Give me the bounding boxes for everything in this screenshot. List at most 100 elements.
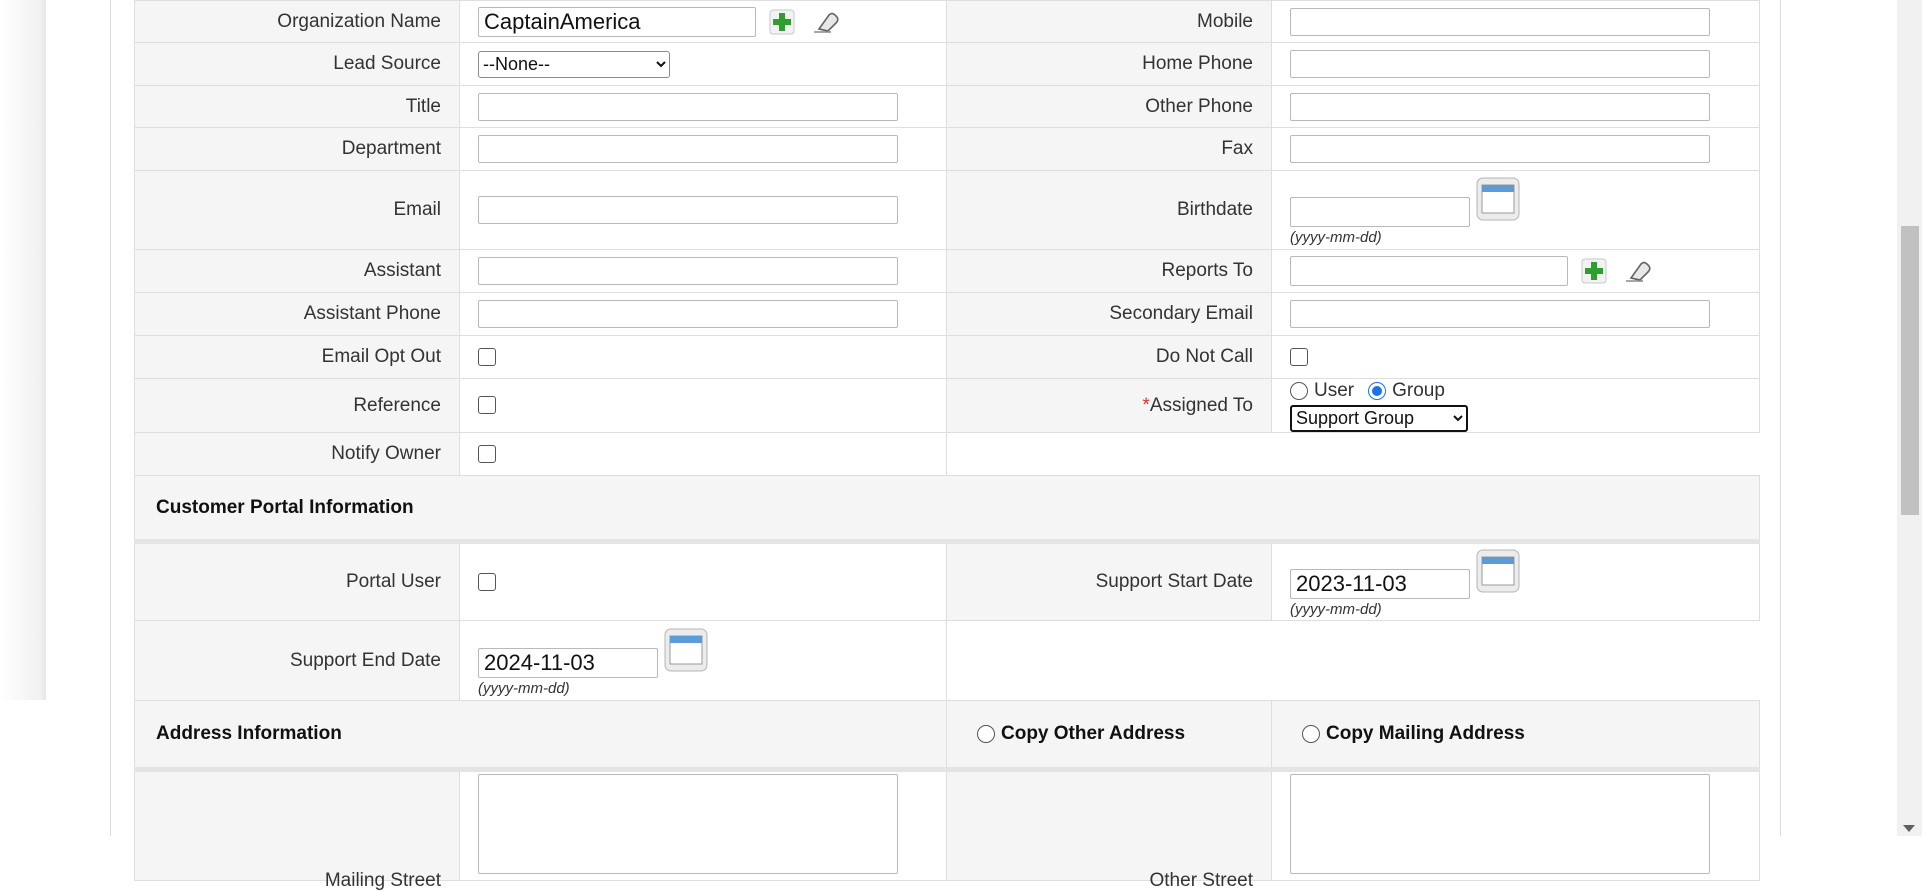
contact-edit-form: Organization Name Mobile Lead Source --N… [134,0,1760,891]
other-phone-input[interactable] [1290,92,1710,121]
copy-mailing-address[interactable]: Copy Mailing Address [1272,723,1759,745]
department-label: Department [134,127,460,171]
secondary-email-cell [1271,292,1760,336]
mailing-street-textarea[interactable] [478,774,898,874]
birthdate-group: (yyyy-mm-dd) [1290,175,1759,246]
assigned-type-group: User Group [1290,380,1759,402]
assigned-to-label-cell: *Assigned To [946,378,1272,433]
eraser-icon[interactable] [811,9,841,35]
assistant-phone-input[interactable] [478,300,898,328]
notify-owner-label: Notify Owner [134,432,460,476]
form-row: Lead Source --None-- Home Phone [134,42,1760,86]
portal-user-cell [459,541,947,621]
scroll-down-arrow-icon[interactable] [1903,825,1915,832]
reports-to-cell [1271,249,1760,293]
form-row: Organization Name Mobile [134,0,1760,43]
fax-input[interactable] [1290,135,1710,163]
reference-checkbox[interactable] [478,396,496,415]
lead-source-cell: --None-- [459,42,947,86]
required-mark: * [1142,394,1150,416]
assistant-input[interactable] [478,257,898,285]
support-end-date-input[interactable] [478,647,658,678]
form-row: Email Birthdate (yyyy-mm-dd) [134,170,1760,250]
reports-to-input[interactable] [1290,256,1568,286]
support-start-date-wrap: (yyyy-mm-dd) [1290,568,1470,618]
assigned-group-radio[interactable] [1368,381,1387,400]
form-row: Reference *Assigned To User Group Suppor… [134,378,1760,433]
support-start-date-cell: (yyyy-mm-dd) [1271,541,1760,621]
plus-icon[interactable] [769,9,795,35]
form-row: Assistant Phone Secondary Email [134,292,1760,336]
email-input[interactable] [478,196,898,224]
lead-source-select[interactable]: --None-- [478,50,670,78]
birthdate-wrap: (yyyy-mm-dd) [1290,196,1470,246]
section-header: Customer Portal Information [134,475,1760,544]
support-end-date-wrap: (yyyy-mm-dd) [478,647,658,697]
assigned-to-select[interactable]: Support Group [1290,404,1468,432]
copy-other-address-radio[interactable] [977,725,995,743]
calendar-icon[interactable] [1476,549,1520,593]
calendar-icon[interactable] [1476,177,1520,221]
email-opt-out-cell [459,335,947,379]
do-not-call-cell [1271,335,1760,379]
portal-user-label: Portal User [134,541,460,621]
notify-owner-cell [459,432,947,476]
department-input[interactable] [478,135,898,163]
other-street-cell [1271,769,1760,881]
form-row: Department Fax [134,127,1760,171]
mailing-street-cell [459,769,947,881]
form-row: Email Opt Out Do Not Call [134,335,1760,379]
assistant-cell [459,249,947,293]
support-end-date-format-hint: (yyyy-mm-dd) [478,679,570,697]
home-phone-cell [1271,42,1760,86]
form-row: Mailing Street Other Street [134,769,1760,891]
reference-label: Reference [134,378,460,433]
birthdate-label: Birthdate [946,170,1272,250]
support-end-date-label: Support End Date [134,620,460,701]
secondary-email-input[interactable] [1290,300,1710,328]
plus-icon[interactable] [1581,258,1607,284]
mobile-input[interactable] [1290,7,1710,36]
support-start-date-format-hint: (yyyy-mm-dd) [1290,600,1382,618]
form-row: Assistant Reports To [134,249,1760,293]
support-end-date-group: (yyyy-mm-dd) [478,625,946,697]
calendar-icon[interactable] [664,628,708,672]
support-start-date-group: (yyyy-mm-dd) [1290,547,1759,618]
department-cell [459,127,947,171]
do-not-call-checkbox[interactable] [1290,347,1308,366]
copy-mailing-address-cell: Copy Mailing Address [1271,700,1760,772]
empty-cell [946,432,1760,476]
other-phone-cell [1271,85,1760,128]
vertical-scrollbar[interactable] [1897,0,1922,836]
support-start-date-input[interactable] [1290,568,1470,599]
customer-portal-title: Customer Portal Information [134,475,1760,544]
eraser-icon[interactable] [1623,258,1653,284]
copy-other-address[interactable]: Copy Other Address [947,723,1271,745]
title-input[interactable] [478,92,898,121]
portal-user-checkbox[interactable] [478,572,496,591]
assigned-user-radio[interactable] [1290,381,1308,400]
email-label: Email [134,170,460,250]
assigned-user-label: User [1314,379,1355,401]
email-opt-out-label: Email Opt Out [134,335,460,379]
lead-source-label: Lead Source [134,42,460,86]
scrollbar-thumb[interactable] [1901,226,1919,515]
address-info-title: Address Information [134,700,947,772]
copy-mailing-address-radio[interactable] [1302,725,1320,743]
birthdate-cell: (yyyy-mm-dd) [1271,170,1760,250]
organization-name-input[interactable] [478,6,756,37]
form-row: Support End Date (yyyy-mm-dd) [134,620,1760,701]
form-row: Notify Owner [134,432,1760,476]
other-street-textarea[interactable] [1290,774,1710,874]
email-opt-out-checkbox[interactable] [478,347,496,366]
copy-other-address-cell: Copy Other Address [946,700,1272,772]
organization-name-label: Organization Name [134,0,460,43]
support-end-date-cell: (yyyy-mm-dd) [459,620,947,701]
birthdate-input[interactable] [1290,196,1470,227]
fax-label: Fax [946,127,1272,171]
home-phone-input[interactable] [1290,50,1710,78]
other-street-label-cell: Other Street [946,769,1272,891]
copy-mailing-address-label: Copy Mailing Address [1326,723,1525,744]
mobile-label: Mobile [946,0,1272,43]
notify-owner-checkbox[interactable] [478,444,496,463]
